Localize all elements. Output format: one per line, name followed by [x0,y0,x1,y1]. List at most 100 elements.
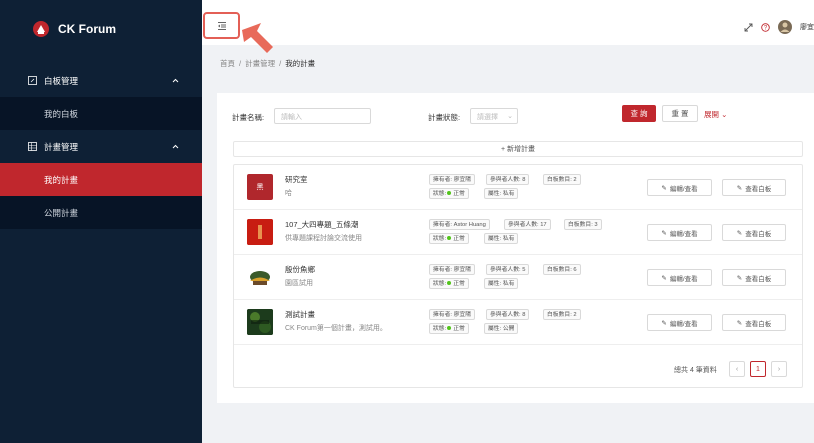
name-label: 計畫名稱: [232,113,265,122]
view-board-button[interactable]: ✎ 查看白板 [722,269,786,286]
members-tag: 參與者人數: 8 [486,174,530,185]
breadcrumb-item[interactable]: 計畫管理 [245,59,275,68]
avatar[interactable] [778,20,792,34]
sidebar-item-my-whiteboard[interactable]: 我的白板 [0,97,202,130]
status-label: 計畫狀態: [428,113,461,122]
view-board-button[interactable]: ✎ 查看白板 [722,314,786,331]
search-button[interactable]: 查 詢 [622,105,656,122]
edit-icon [28,76,37,85]
brand-name: CK Forum [58,22,116,36]
sidebar-group-label: 計畫管理 [44,141,79,152]
plan-thumbnail: 黑 [247,174,273,200]
edit-icon: ✎ [661,319,667,327]
pagination-total: 總共 4 筆資料 [674,367,717,374]
chevron-down-icon: ⌄ [507,113,513,120]
sidebar-item-label: 我的白板 [44,108,79,119]
breadcrumb-item[interactable]: 首頁 [220,59,235,68]
next-page-button[interactable]: › [771,361,787,377]
chevron-left-icon: ‹ [735,365,739,373]
menu-fold-button[interactable] [203,12,240,39]
boards-tag: 白板數目: 6 [543,264,581,275]
brand-logo-icon [33,21,49,37]
list-item: 殷份魚鄉 園區試用 擁有者: 廖宜陽 參與者人數: 5 白板數目: 6 狀態: 正… [234,255,802,300]
status-prefix: 狀態: [433,236,447,242]
reset-button[interactable]: 重 置 [662,105,698,122]
sidebar-item-public-plan[interactable]: 公開計畫 [0,196,202,229]
view-board-label: 查看白板 [745,185,772,193]
edit-icon: ✎ [661,184,667,192]
status-dot-icon [447,236,452,241]
expand-label: 展開 [704,110,719,119]
owner-tag: 擁有者: 廖宜陽 [429,309,476,320]
add-plan-button[interactable]: + 新增計畫 [233,141,803,157]
chevron-down-icon: ⌄ [721,110,728,119]
edit-button[interactable]: ✎ 編輯/查看 [647,269,712,286]
view-board-label: 查看白板 [745,230,772,238]
chevron-up-icon [172,144,179,149]
sidebar: CK Forum 白板管理 我的白板 計畫管理 我的計畫 公開計畫 [0,0,202,443]
plan-list: 黑 研究室 哈 擁有者: 廖宜陽 參與者人數: 8 白板數目: 2 狀態: 正常 … [233,164,803,388]
sidebar-item-my-plan[interactable]: 我的計畫 [0,163,202,196]
submenu-plan: 我的計畫 公開計畫 [0,163,202,229]
fullscreen-icon[interactable] [744,23,753,32]
owner-tag: 擁有者: 廖宜陽 [429,174,476,185]
view-board-button[interactable]: ✎ 查看白板 [722,179,786,196]
status-dot-icon [447,191,452,196]
filter-row: 計畫名稱: 請輸入 計畫狀態: 請選擇 ⌄ 查 詢 重 置 展開 ⌄ [230,105,800,124]
plan-title: 107_大四專題_五條潮 [285,220,359,229]
plan-status-select[interactable]: 請選擇 ⌄ [470,108,518,124]
sidebar-group-plan[interactable]: 計畫管理 [0,130,202,163]
user-name[interactable]: 廖宜 [800,22,814,32]
page-button-current[interactable]: 1 [750,361,766,377]
sidebar-group-label: 白板管理 [44,75,79,86]
edit-icon: ✎ [661,229,667,237]
select-placeholder: 請選擇 [477,114,498,121]
thumb-text: 黑 [256,184,264,191]
edit-icon: ✎ [736,319,743,327]
status-value: 正常 [453,326,465,332]
edit-button[interactable]: ✎ 編輯/查看 [647,179,712,196]
edit-icon: ✎ [736,274,743,282]
members-tag: 參與者人數: 5 [486,264,530,275]
view-board-button[interactable]: ✎ 查看白板 [722,224,786,241]
edit-icon: ✎ [736,184,743,192]
edit-label: 編輯/查看 [669,320,698,328]
edit-button[interactable]: ✎ 編輯/查看 [647,224,712,241]
status-tag: 狀態: 正常 [429,278,469,289]
fish-village-image [247,264,273,290]
plan-desc: CK Forum第一個計畫，測試用。 [285,325,387,332]
edit-label: 編輯/查看 [669,275,698,283]
list-item: 107_大四專題_五條潮 供專題課程討論交流使用 擁有者: Astor Huan… [234,210,802,255]
question-icon[interactable]: ? [761,22,770,32]
list-item: 測試計畫 CK Forum第一個計畫，測試用。 擁有者: 廖宜陽 參與者人數: … [234,300,802,345]
expand-link[interactable]: 展開 ⌄ [704,109,727,120]
poster-image [247,219,273,245]
attr-tag: 屬性: 私有 [484,188,519,199]
status-value: 正常 [453,191,465,197]
plan-title: 殷份魚鄉 [285,265,315,274]
edit-icon: ✎ [661,274,667,282]
breadcrumb: 首頁 / 計畫管理 / 我的計畫 [220,59,316,68]
boards-tag: 白板數目: 3 [564,219,602,230]
status-dot-icon [447,281,452,286]
edit-label: 編輯/查看 [669,230,698,238]
plan-name-input[interactable]: 請輸入 [274,108,371,124]
edit-button[interactable]: ✎ 編輯/查看 [647,314,712,331]
top-header [202,0,814,45]
table-icon [28,142,37,151]
owner-tag: 擁有者: Astor Huang [429,219,490,230]
status-tag: 狀態: 正常 [429,323,469,334]
plan-desc: 供專題課程討論交流使用 [285,235,362,242]
boards-tag: 白板數目: 2 [543,309,581,320]
view-board-label: 查看白板 [745,320,772,328]
brand[interactable]: CK Forum [0,0,202,58]
list-item: 黑 研究室 哈 擁有者: 廖宜陽 參與者人數: 8 白板數目: 2 狀態: 正常 … [234,165,802,210]
prev-page-button[interactable]: ‹ [729,361,745,377]
status-dot-icon [447,326,452,331]
sidebar-group-whiteboard[interactable]: 白板管理 [0,64,202,97]
plan-desc: 園區試用 [285,280,313,287]
boards-tag: 白板數目: 2 [543,174,581,185]
status-tag: 狀態: 正常 [429,233,469,244]
attr-tag: 屬性: 公開 [484,323,519,334]
attr-tag: 屬性: 私有 [484,233,519,244]
